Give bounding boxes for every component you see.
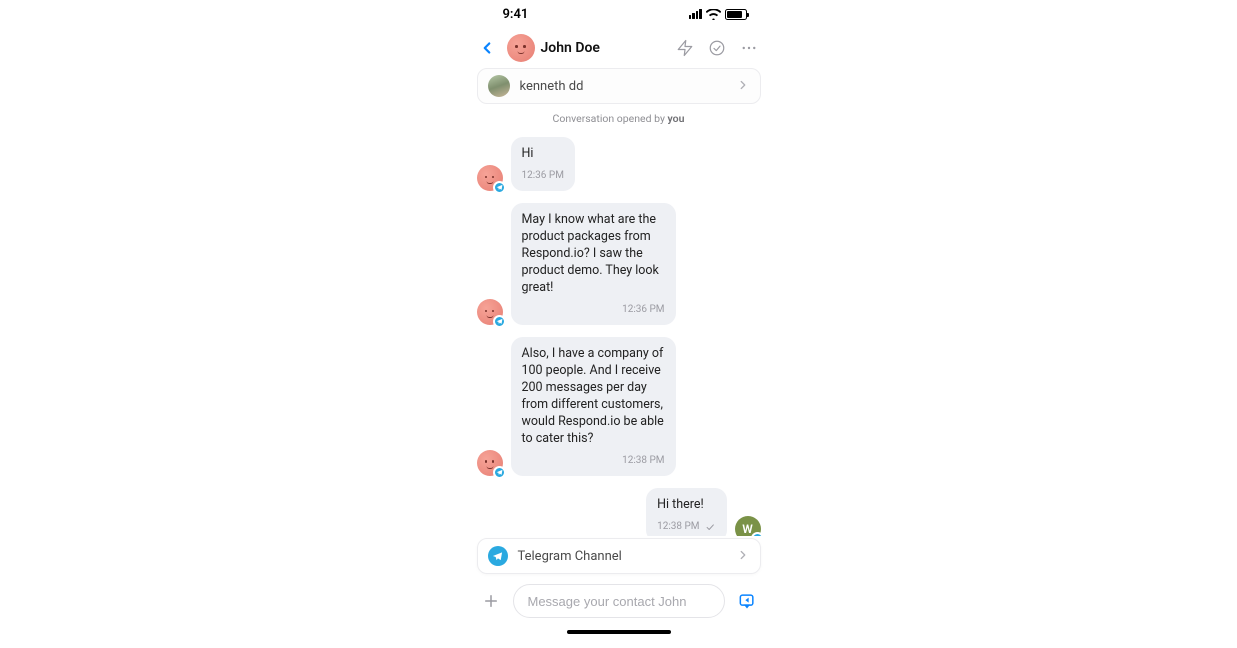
telegram-badge-icon xyxy=(493,315,506,328)
message-time: 12:38 PM xyxy=(522,454,665,468)
contact-pill[interactable]: kenneth dd xyxy=(477,68,761,104)
message-avatar[interactable] xyxy=(477,450,503,476)
more-icon[interactable] xyxy=(739,38,759,58)
contact-secondary-avatar xyxy=(488,75,510,97)
status-indicators xyxy=(689,9,747,20)
opened-actor: you xyxy=(668,112,685,125)
message-input[interactable] xyxy=(528,594,710,609)
status-time: 9:41 xyxy=(503,7,529,22)
send-button[interactable] xyxy=(735,589,759,613)
telegram-badge-icon xyxy=(493,181,506,194)
message-avatar[interactable] xyxy=(477,165,503,191)
chevron-right-icon xyxy=(736,77,750,96)
bolt-icon[interactable] xyxy=(675,38,695,58)
message-text: Hi there! xyxy=(657,497,715,514)
opened-prefix: Conversation opened by xyxy=(553,112,668,125)
channel-selector[interactable]: Telegram Channel xyxy=(477,538,761,574)
message-bubble[interactable]: Also, I have a company of 100 people. An… xyxy=(511,337,676,476)
message-time: 12:36 PM xyxy=(522,169,564,183)
battery-icon xyxy=(725,9,747,20)
message-input-wrap xyxy=(513,584,725,618)
message-bubble[interactable]: Hi there! 12:38 PM xyxy=(646,488,726,536)
telegram-badge-icon xyxy=(751,532,764,536)
message-text: Hi xyxy=(522,146,564,163)
telegram-badge-icon xyxy=(493,466,506,479)
cellular-signal-icon xyxy=(689,9,702,19)
back-button[interactable] xyxy=(473,34,501,62)
message-row: Hi 12:36 PM xyxy=(477,137,761,191)
contact-avatar[interactable] xyxy=(507,34,535,62)
wifi-icon xyxy=(706,9,721,20)
message-row: Hi there! 12:38 PM W xyxy=(477,488,761,536)
message-time: 12:36 PM xyxy=(522,303,665,317)
attach-button[interactable] xyxy=(479,589,503,613)
message-bubble[interactable]: May I know what are the product packages… xyxy=(511,203,676,325)
message-bubble[interactable]: Hi 12:36 PM xyxy=(511,137,575,191)
agent-avatar[interactable]: W xyxy=(735,516,761,536)
contact-secondary-name: kenneth dd xyxy=(520,79,726,94)
phone-frame: 9:41 John Doe xyxy=(469,0,769,640)
message-avatar[interactable] xyxy=(477,299,503,325)
header-actions xyxy=(675,38,759,58)
delivered-check-icon xyxy=(704,522,716,532)
status-bar: 9:41 xyxy=(469,0,769,28)
chat-header: John Doe xyxy=(469,28,769,68)
home-indicator[interactable] xyxy=(567,630,671,634)
conversation-opened-line: Conversation opened by you xyxy=(477,112,761,125)
chevron-right-icon xyxy=(736,547,750,566)
contact-name[interactable]: John Doe xyxy=(541,40,669,56)
message-time: 12:38 PM xyxy=(657,520,715,534)
message-text: Also, I have a company of 100 people. An… xyxy=(522,346,665,447)
telegram-icon xyxy=(488,546,508,566)
message-text: May I know what are the product packages… xyxy=(522,212,665,296)
check-circle-icon[interactable] xyxy=(707,38,727,58)
messages-area[interactable]: Conversation opened by you Hi 12:36 PM xyxy=(469,104,769,536)
message-row: Also, I have a company of 100 people. An… xyxy=(477,337,761,476)
channel-label: Telegram Channel xyxy=(518,549,726,564)
composer xyxy=(469,578,769,622)
message-row: May I know what are the product packages… xyxy=(477,203,761,325)
